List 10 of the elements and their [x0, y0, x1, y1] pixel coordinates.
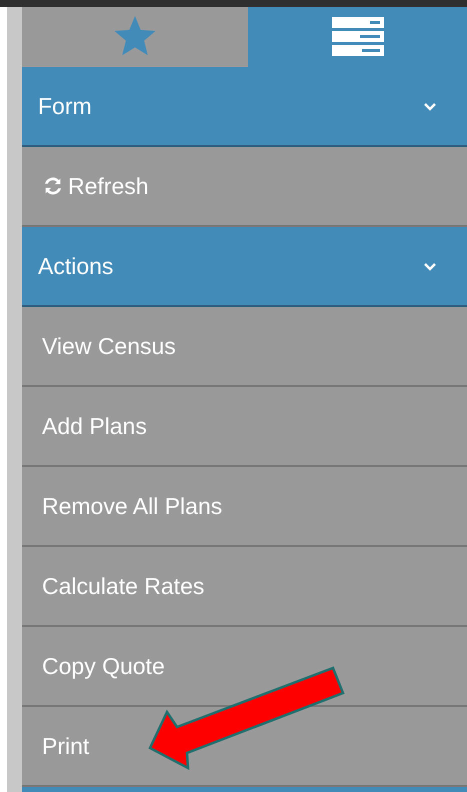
section-title: Actions — [38, 252, 114, 281]
section-header[interactable]: Form — [22, 67, 467, 147]
section-title: Form — [38, 92, 92, 121]
chevron-down-icon — [423, 262, 437, 270]
server-list-icon — [332, 17, 384, 57]
star-icon — [113, 16, 157, 58]
chevron-down-icon — [423, 102, 437, 110]
section-header[interactable]: Actions — [22, 227, 467, 307]
list-tab[interactable] — [248, 7, 467, 67]
refresh-icon — [42, 175, 64, 197]
